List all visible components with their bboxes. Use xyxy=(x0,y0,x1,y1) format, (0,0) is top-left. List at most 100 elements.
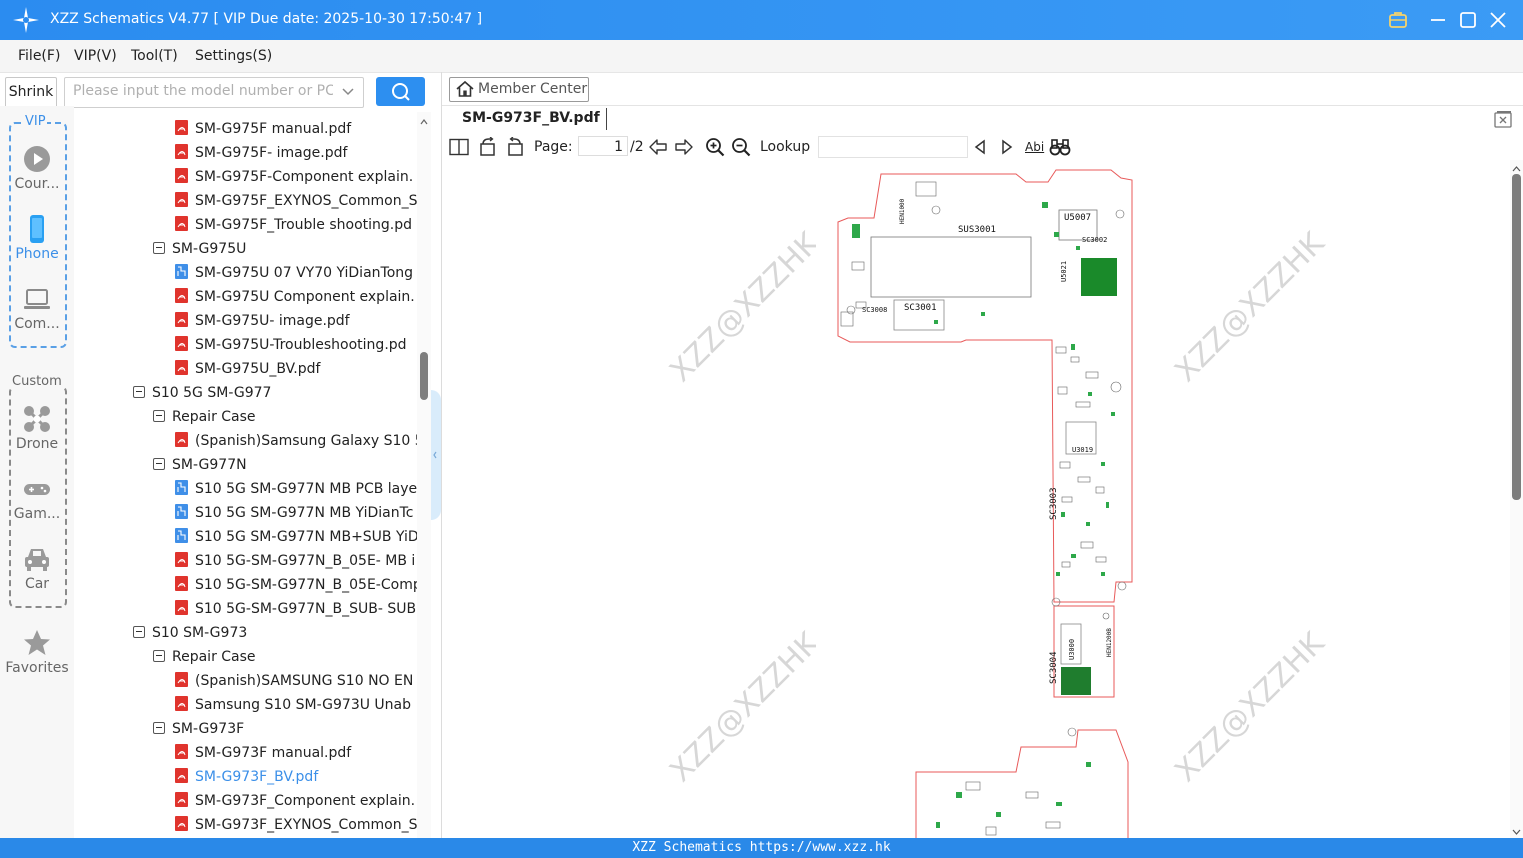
tree-file[interactable]: SM-G973F_BV.pdf xyxy=(175,765,318,789)
tree-folder[interactable]: SM-G975U xyxy=(153,237,246,261)
tree-folder[interactable]: S10 SM-G973 xyxy=(133,621,247,645)
collapse-handle[interactable] xyxy=(431,390,441,520)
tree-file[interactable]: SM-G975F_EXYNOS_Common_S xyxy=(175,189,417,213)
tree-label: S10 SM-G973 xyxy=(152,625,248,641)
tree-folder[interactable]: S10 5G SM-G977 xyxy=(133,381,271,405)
tree-label: SM-G977N xyxy=(172,457,247,473)
tree-folder[interactable]: SM-G977N xyxy=(153,453,247,477)
rail-item-phone[interactable]: Phone xyxy=(0,214,74,262)
page-total: /2 xyxy=(630,139,644,155)
member-center-button[interactable]: Member Center xyxy=(449,77,589,102)
rail-item-computer[interactable]: Com... xyxy=(0,284,74,332)
tree-file[interactable]: S10 5G-SM-G977N_B_SUB- SUB xyxy=(175,597,416,621)
tree-folder[interactable]: Repair Case xyxy=(153,645,256,669)
rail-item-car[interactable]: Car xyxy=(0,544,74,592)
tree-file[interactable]: S10 5G SM-G977N MB YiDianTc xyxy=(175,501,413,525)
close-icon[interactable] xyxy=(1487,9,1509,31)
tree-file[interactable]: (Spanish)Samsung Galaxy S10 5 xyxy=(175,429,417,453)
watermark: XZZ@XZZHK xyxy=(1168,225,1332,390)
collapse-toggle-icon[interactable] xyxy=(133,386,145,398)
tree-folder[interactable]: SM-G973F xyxy=(153,717,244,741)
tree-file[interactable]: S10 5G-SM-G977N_B_05E- MB i xyxy=(175,549,415,573)
pdf-file-icon xyxy=(175,816,188,831)
shrink-button[interactable]: Shrink xyxy=(5,77,57,108)
tree-label: S10 5G SM-G977N MB+SUB YiD xyxy=(195,529,417,545)
tree-file[interactable]: S10 5G SM-G977N MB+SUB YiD xyxy=(175,525,417,549)
next-page-icon[interactable] xyxy=(674,138,694,156)
tree-file[interactable]: SM-G975F- image.pdf xyxy=(175,141,347,165)
tree-file[interactable]: SM-G975F_Trouble shooting.pd xyxy=(175,213,412,237)
zoom-in-icon[interactable] xyxy=(705,137,725,157)
tree-scrollbar[interactable] xyxy=(417,112,431,838)
prev-page-icon[interactable] xyxy=(648,138,668,156)
tree-file[interactable]: Samsung S10 SM-G973U Unab xyxy=(175,693,411,717)
pdf-file-icon xyxy=(175,576,188,591)
viewer-scrollbar[interactable] xyxy=(1510,160,1523,838)
board-label: SC3008 xyxy=(862,306,887,314)
collapse-toggle-icon[interactable] xyxy=(153,458,165,470)
tree-file[interactable]: SM-G975F-Component explain. xyxy=(175,165,413,189)
tree-label: SM-G975F- image.pdf xyxy=(195,145,348,161)
lookup-input[interactable] xyxy=(818,136,968,158)
tree-file[interactable]: SM-G975U-Troubleshooting.pd xyxy=(175,333,407,357)
tree-file[interactable]: SM-G975U Component explain. xyxy=(175,285,415,309)
pdf-file-icon xyxy=(175,288,188,303)
layout-toggle-icon[interactable] xyxy=(449,138,469,156)
board-label: SC3003 xyxy=(1049,487,1059,520)
rail-label: Phone xyxy=(15,246,59,262)
tree-file[interactable]: SM-G973F_EXYNOS_Common_S xyxy=(175,813,417,837)
tree-label: S10 5G SM-G977N MB YiDianTc xyxy=(195,505,414,521)
menu-file[interactable]: File(F) xyxy=(18,48,60,64)
tree-file[interactable]: SM-G975F manual.pdf xyxy=(175,117,351,141)
chevron-down-icon[interactable] xyxy=(341,85,355,99)
search-input[interactable] xyxy=(71,82,335,100)
tree-label: (Spanish)SAMSUNG S10 NO EN xyxy=(195,673,414,689)
collapse-toggle-icon[interactable] xyxy=(133,626,145,638)
briefcase-icon[interactable] xyxy=(1387,9,1409,31)
tree-label: SM-G973F_BV.pdf xyxy=(195,769,319,785)
collapse-toggle-icon[interactable] xyxy=(153,410,165,422)
tree-file[interactable]: SM-G975U 07 VY70 YiDianTong xyxy=(175,261,413,285)
laptop-icon xyxy=(24,289,50,309)
tree-file[interactable]: SM-G973F_Component explain. xyxy=(175,789,415,813)
tree-file[interactable]: S10 5G-SM-G977N_B_05E-Comp xyxy=(175,573,417,597)
search-button[interactable] xyxy=(376,77,425,106)
maximize-icon[interactable] xyxy=(1457,9,1479,31)
tree-file[interactable]: SM-G975U_BV.pdf xyxy=(175,357,320,381)
tree-file[interactable]: (Spanish)SAMSUNG S10 NO EN xyxy=(175,669,413,693)
pcb-file-icon xyxy=(175,528,188,543)
tree-file[interactable]: SM-G975U- image.pdf xyxy=(175,309,350,333)
rail-item-favorites[interactable]: Favorites xyxy=(0,628,74,676)
title-bar: XZZ Schematics V4.77 [ VIP Due date: 202… xyxy=(0,0,1523,40)
pdf-viewer[interactable]: XZZ@XZZHK XZZ@XZZHK XZZ@XZZHK XZZ@XZZHK xyxy=(442,160,1510,838)
rotate-left-icon[interactable] xyxy=(478,137,498,157)
tree-label: S10 5G-SM-G977N_B_05E-Comp xyxy=(195,577,417,593)
find-next-icon[interactable] xyxy=(1000,139,1014,155)
tab-document[interactable]: SM-G973F_BV.pdf xyxy=(462,110,600,126)
close-tab-icon[interactable] xyxy=(1493,110,1513,130)
tree-file[interactable]: S10 5G SM-G977N MB PCB laye xyxy=(175,477,417,501)
zoom-out-icon[interactable] xyxy=(731,137,751,157)
collapse-toggle-icon[interactable] xyxy=(153,722,165,734)
match-case-icon[interactable]: Abi xyxy=(1025,140,1044,154)
tree-folder[interactable]: Repair Case xyxy=(153,405,256,429)
find-prev-icon[interactable] xyxy=(973,139,987,155)
rail-item-games[interactable]: Gam... xyxy=(0,474,74,522)
car-icon xyxy=(25,549,49,571)
tree-label: Samsung S10 SM-G973U Unab xyxy=(195,697,412,713)
collapse-toggle-icon[interactable] xyxy=(153,242,165,254)
rotate-right-icon[interactable] xyxy=(505,137,525,157)
menu-vip[interactable]: VIP(V) xyxy=(74,48,117,64)
collapse-toggle-icon[interactable] xyxy=(153,650,165,662)
search-box[interactable] xyxy=(64,77,364,108)
tree-label: SM-G975U-Troubleshooting.pd xyxy=(195,337,407,353)
page-number-input[interactable]: 1 xyxy=(578,136,628,156)
minimize-icon[interactable] xyxy=(1427,9,1449,31)
menu-tool[interactable]: Tool(T) xyxy=(131,48,178,64)
rail-item-courses[interactable]: Cour... xyxy=(0,144,74,192)
binoculars-icon[interactable] xyxy=(1049,138,1071,156)
rail-item-drone[interactable]: Drone xyxy=(0,404,74,452)
tree-file[interactable]: SM-G973F manual.pdf xyxy=(175,741,351,765)
menu-settings[interactable]: Settings(S) xyxy=(195,48,272,64)
viewer-scrollbar-track xyxy=(1512,166,1521,835)
